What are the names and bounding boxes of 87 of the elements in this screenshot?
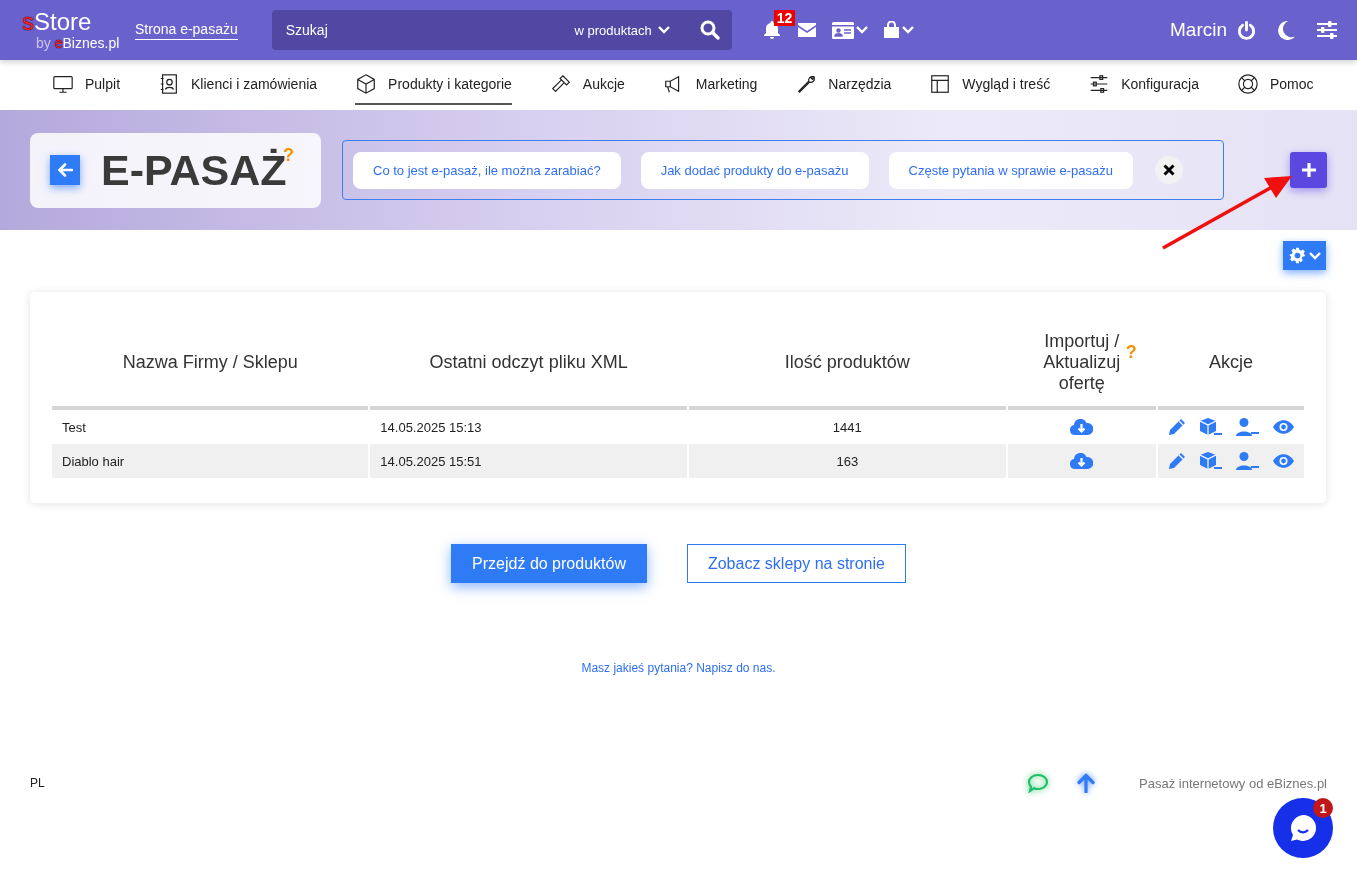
table-cell: Test [62,419,86,435]
user-icon [1236,418,1259,436]
nav-tab[interactable]: Konfiguracja [1088,65,1199,105]
back-button[interactable] [50,155,80,185]
chat-badge: 1 [1313,798,1333,818]
byline-text: by eBiznes.pl [36,36,121,50]
user-button[interactable] [1236,418,1259,436]
preview-button[interactable] [1273,454,1294,468]
eye-icon [1273,420,1294,434]
table-cell: 1441 [832,419,862,435]
moon-icon[interactable] [1278,20,1295,40]
column-header: Ostatni odczyt pliku XML [429,351,628,373]
plus-icon [1300,162,1317,178]
box-icon [1200,418,1222,436]
pencil-icon [1168,418,1186,436]
close-icon [1163,164,1176,176]
products-button[interactable] [1200,418,1222,436]
pencil-icon [1168,452,1186,470]
nav-icon [1237,73,1259,95]
search-field[interactable]: Szukaj w produktach [271,10,732,50]
chat-bubble-icon [1288,813,1318,843]
table-cell: 14.05.2025 15:13 [380,419,482,435]
chevron-icon [1308,251,1321,260]
logo-text: sStore [22,10,93,34]
nav-tab[interactable]: Produkty i kategorie [355,65,512,105]
chat-button[interactable] [1273,798,1333,858]
footer-credit: Pasaż internetowy od eBiznes.pl [1139,775,1327,791]
id-card-icon [831,21,854,39]
cloud-download-icon [1070,419,1094,435]
back-arrow-icon [57,163,73,177]
table-cell: 14.05.2025 15:51 [380,453,482,469]
edit-button[interactable] [1168,418,1186,436]
contact-link[interactable]: Masz jakieś pytania? Napisz do nas. [581,661,776,675]
settings-menu-button[interactable] [1283,241,1326,270]
sliders-icon[interactable] [1317,21,1337,39]
chevron-icon [901,26,914,34]
nav-tab[interactable]: Narzędzia [795,65,892,105]
language-code[interactable]: PL [30,776,45,790]
cloud-download-icon [1070,453,1094,469]
preview-button[interactable] [1273,420,1294,434]
site-link[interactable]: Strona e-pasażu [135,20,238,40]
eye-icon [1273,454,1294,468]
nav-tab[interactable]: Aukcje [549,65,625,105]
nav-icon [795,73,818,95]
close-button[interactable] [1155,156,1184,184]
nav-tab[interactable]: Pomoc [1237,65,1314,105]
user-button[interactable] [1236,452,1259,470]
user-icon [1236,452,1259,470]
nav-tab[interactable]: Marketing [662,65,758,105]
edit-button[interactable] [1168,452,1186,470]
primary-button[interactable]: Przejdź do produktów [451,544,647,583]
nav-tab[interactable]: Wygląd i treść [929,65,1051,105]
help-link[interactable]: Co to jest e-pasaż, ile można zarabiać? [353,151,621,189]
nav-tab[interactable]: Klienci i zamówienia [158,65,318,105]
table-cell: Diablo hair [62,453,125,469]
add-button[interactable] [1290,152,1327,188]
power-icon[interactable] [1237,20,1256,40]
outline-button[interactable]: Zobacz sklepy na stronie [686,544,906,583]
column-header: Nazwa Firmy / Sklepu [122,351,298,373]
column-header: Ilość produktów [784,351,910,373]
nav-icon [929,73,952,95]
arrow-up-icon[interactable] [1077,773,1096,793]
products-button[interactable] [1200,452,1222,470]
nav-icon [52,73,74,95]
chevron-icon [855,26,868,34]
nav-icon [355,73,378,95]
contact-card-menu[interactable] [831,21,868,39]
import-button[interactable] [1070,419,1094,435]
nav-tab[interactable]: Pulpit [52,65,121,105]
help-link[interactable]: Jak dodać produkty do e-pasażu [640,151,869,189]
nav-icon [549,73,572,95]
help-link[interactable]: Częste pytania w sprawie e-pasażu [888,151,1134,189]
settings-icon [1288,247,1306,264]
envelope-icon[interactable] [796,22,817,38]
search-scope-dropdown[interactable]: w produktach [574,22,670,38]
import-button[interactable] [1070,453,1094,469]
box-icon [1200,452,1222,470]
chevron-icon [657,26,670,34]
speech-bubble-icon[interactable] [1027,773,1050,793]
search-icon[interactable] [699,20,720,40]
column-header: Importuj / Aktualizuj ofertę [1042,330,1122,394]
table-cell: 163 [836,453,859,469]
notification-count: 12 [773,10,796,26]
shop-bag-menu[interactable] [882,21,914,39]
shopping-bag-icon [882,21,900,39]
column-header: Akcje [1209,351,1253,373]
user-name[interactable]: Marcin [1170,19,1227,41]
